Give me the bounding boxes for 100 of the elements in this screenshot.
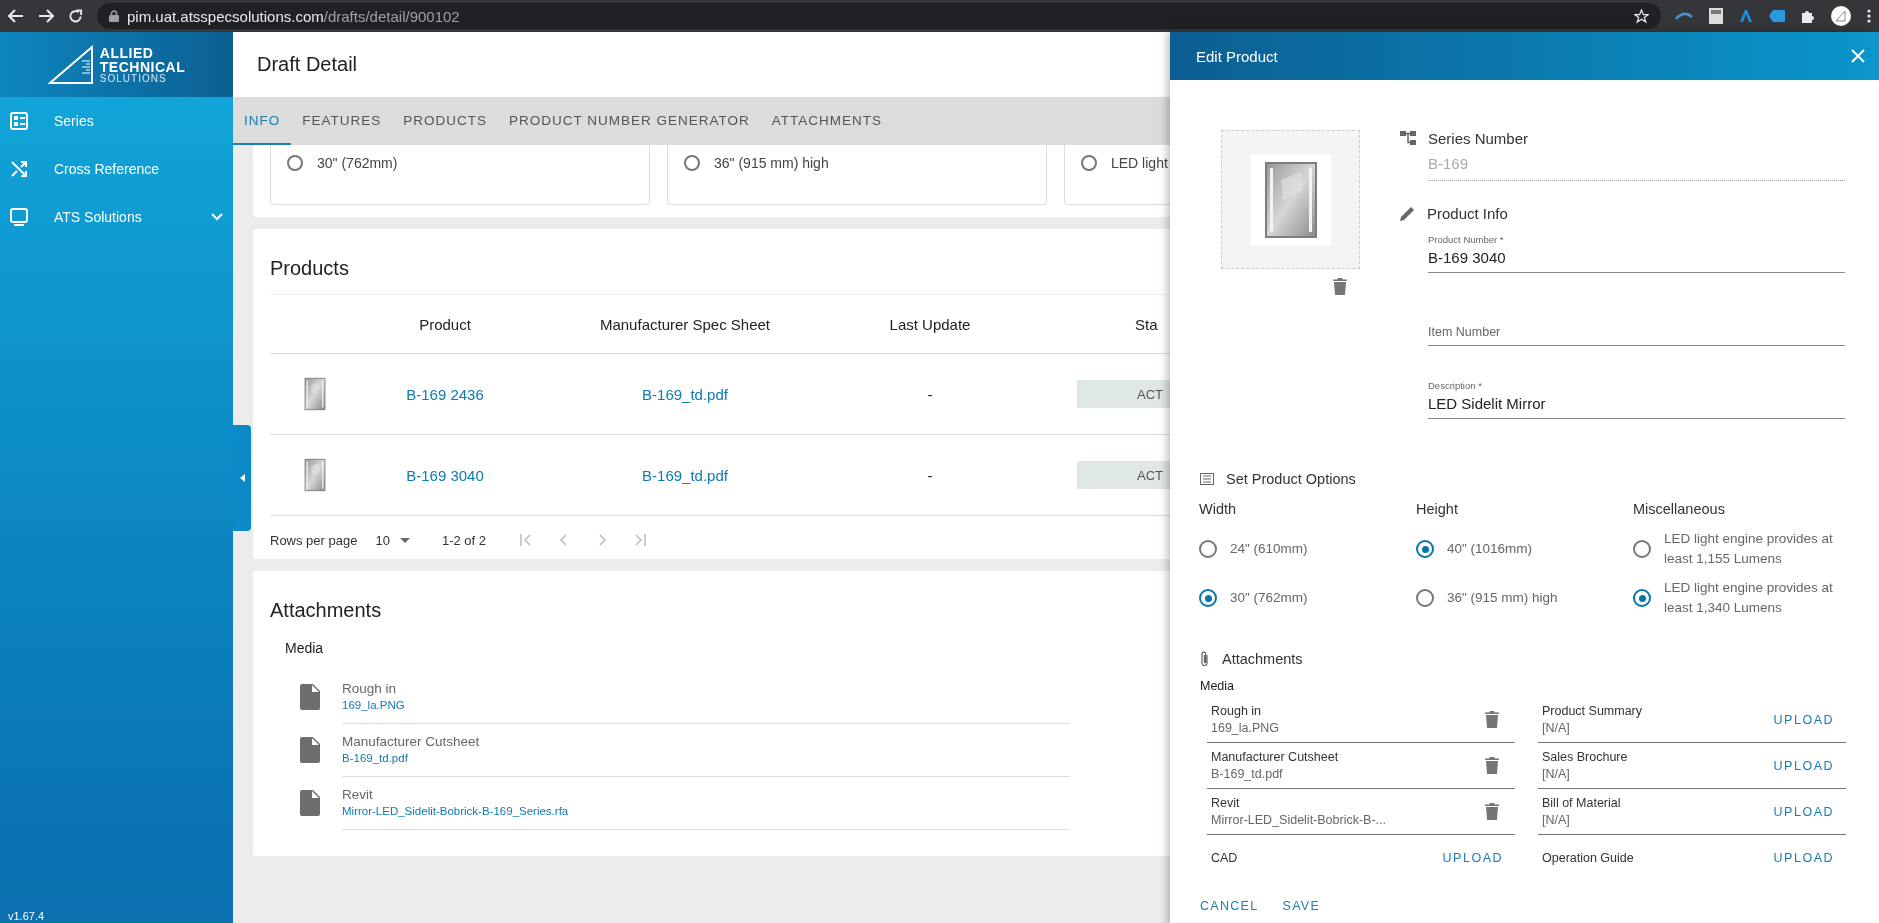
image-dropzone[interactable] <box>1221 130 1360 269</box>
sidebar-item[interactable]: Cross Reference <box>0 145 233 193</box>
table-cell: - <box>927 385 933 403</box>
column-header: Sta <box>1134 315 1158 333</box>
section-heading: Set Product Options <box>1226 471 1356 487</box>
product-link[interactable]: B-169 2436 <box>406 385 484 403</box>
attachment-label: Rough in <box>1211 704 1263 718</box>
attachment-label: Revit <box>1211 796 1241 810</box>
file-name: [N/A] <box>1542 767 1571 781</box>
radio-button[interactable] <box>1081 155 1097 171</box>
sidebar-item[interactable]: ATS Solutions <box>0 193 233 241</box>
trash-icon[interactable] <box>1485 803 1499 820</box>
file-name: [N/A] <box>1542 813 1571 827</box>
footer-button[interactable]: CANCEL <box>1200 899 1259 913</box>
address-bar[interactable]: pim.uat.atsspecsolutions.com/drafts/detail/900102 <box>97 3 1661 29</box>
option-group-label: Width <box>1199 501 1238 517</box>
rows-per-page-select[interactable]: 10 <box>375 532 410 548</box>
file-link[interactable]: Mirror-LED_Sidelit-Bobrick-B-169_Series.rfa <box>342 805 1070 817</box>
attachment-label: CAD <box>1211 851 1239 865</box>
attachment-label: Sales Brochure <box>1542 750 1629 764</box>
page-range: 1-2 of 2 <box>441 532 486 548</box>
hierarchy-icon <box>1400 131 1416 146</box>
footer-button[interactable]: SAVE <box>1282 899 1321 913</box>
radio-button[interactable] <box>1199 540 1217 558</box>
url-text: pim.uat.atsspecsolutions.com/drafts/detail/900102 <box>127 7 460 25</box>
status-badge: ACT <box>1077 461 1170 489</box>
file-name: Mirror-LED_Sidelit-Bobrick-B-... <box>1211 813 1388 827</box>
option-label: 40" (1016mm) <box>1447 540 1533 559</box>
collapse-handle[interactable] <box>233 425 251 531</box>
lock-icon <box>109 10 119 22</box>
trash-icon[interactable] <box>1485 757 1499 774</box>
field-label: Description * <box>1428 380 1483 391</box>
option-label: 36" (915 mm) high <box>714 155 829 171</box>
attachment-label: Manufacturer Cutsheet <box>1211 750 1340 764</box>
tab[interactable]: PRODUCT NUMBER GENERATOR <box>498 97 761 145</box>
menu-icon[interactable] <box>1867 9 1871 23</box>
text-field[interactable]: Item Number <box>1428 318 1845 339</box>
column-header: Last Update <box>889 315 971 333</box>
series-number-value: B-169 <box>1428 147 1845 181</box>
upload-button[interactable]: UPLOAD <box>1442 851 1511 865</box>
file-link[interactable]: B-169_td.pdf <box>342 752 1070 764</box>
trash-icon[interactable] <box>1333 278 1347 295</box>
text-field[interactable]: B-169 3040 <box>1428 245 1845 266</box>
option-group-label: Height <box>1416 501 1459 517</box>
radio-button[interactable] <box>1633 540 1651 558</box>
attachment-label: Operation Guide <box>1542 851 1635 865</box>
sidebar-item[interactable]: Series <box>0 97 233 145</box>
upload-button[interactable]: UPLOAD <box>1773 758 1842 773</box>
status-badge: ACT <box>1077 380 1170 408</box>
upload-button[interactable]: UPLOAD <box>1773 804 1842 819</box>
forward-icon[interactable] <box>38 9 54 23</box>
extension-icon[interactable] <box>1739 9 1753 23</box>
dropdown-icon[interactable] <box>399 537 410 543</box>
file-name: [N/A] <box>1542 721 1571 735</box>
reload-icon[interactable] <box>68 8 83 24</box>
radio-button[interactable] <box>1416 540 1434 558</box>
extension-icon[interactable] <box>1769 9 1785 23</box>
group-label: Media <box>285 640 325 656</box>
tab[interactable]: PRODUCTS <box>392 97 499 145</box>
radio-button[interactable] <box>1199 589 1217 607</box>
attachment-label: Rough in <box>342 681 398 696</box>
section-title: Attachments <box>270 599 383 622</box>
paperclip-icon <box>1200 651 1209 667</box>
product-link[interactable]: B-169 3040 <box>406 466 484 484</box>
shuffle-icon <box>10 160 28 178</box>
spec-sheet-link[interactable]: B-169_td.pdf <box>642 385 728 403</box>
page-title: Draft Detail <box>257 53 358 76</box>
star-icon[interactable] <box>1634 8 1649 24</box>
spec-sheet-link[interactable]: B-169_td.pdf <box>642 466 728 484</box>
list-icon <box>1200 473 1214 485</box>
puzzle-icon[interactable] <box>1801 9 1815 23</box>
pencil-icon <box>1400 206 1415 221</box>
avatar-icon[interactable] <box>1831 6 1851 26</box>
column-header: Product <box>419 315 471 333</box>
radio-button[interactable] <box>684 155 700 171</box>
file-link[interactable]: 169_la.PNG <box>342 699 1070 711</box>
upload-button[interactable]: UPLOAD <box>1773 712 1842 727</box>
radio-button[interactable] <box>1633 589 1651 607</box>
attachment-label: Product Summary <box>1542 704 1644 718</box>
back-icon[interactable] <box>8 9 24 23</box>
calculator-icon[interactable] <box>1709 8 1723 24</box>
section-heading: Product Info <box>1427 205 1508 222</box>
option-label: LED light engine provides at least 1,155 Lumens <box>1664 530 1834 568</box>
option-group-label: Miscellaneous <box>1633 501 1726 517</box>
radio-button[interactable] <box>1416 589 1434 607</box>
list-icon <box>10 112 28 130</box>
option-label: 36" (915 mm) high <box>1447 589 1558 608</box>
tab[interactable]: FEATURES <box>291 97 393 145</box>
file-icon <box>300 683 320 710</box>
option-label: 24" (610mm) <box>1230 540 1308 559</box>
upload-button[interactable]: UPLOAD <box>1773 851 1842 865</box>
close-button[interactable] <box>1851 49 1865 63</box>
file-name: B-169_td.pdf <box>1211 767 1284 781</box>
text-field[interactable]: LED Sidelit Mirror <box>1428 391 1845 412</box>
attachment-label: Revit <box>342 787 374 802</box>
extension-icon[interactable] <box>1675 12 1693 20</box>
radio-button[interactable] <box>287 155 303 171</box>
tab[interactable]: ATTACHMENTS <box>760 97 894 145</box>
trash-icon[interactable] <box>1485 711 1499 728</box>
logo: ALLIED TECHNICAL SOLUTIONS <box>0 32 233 97</box>
